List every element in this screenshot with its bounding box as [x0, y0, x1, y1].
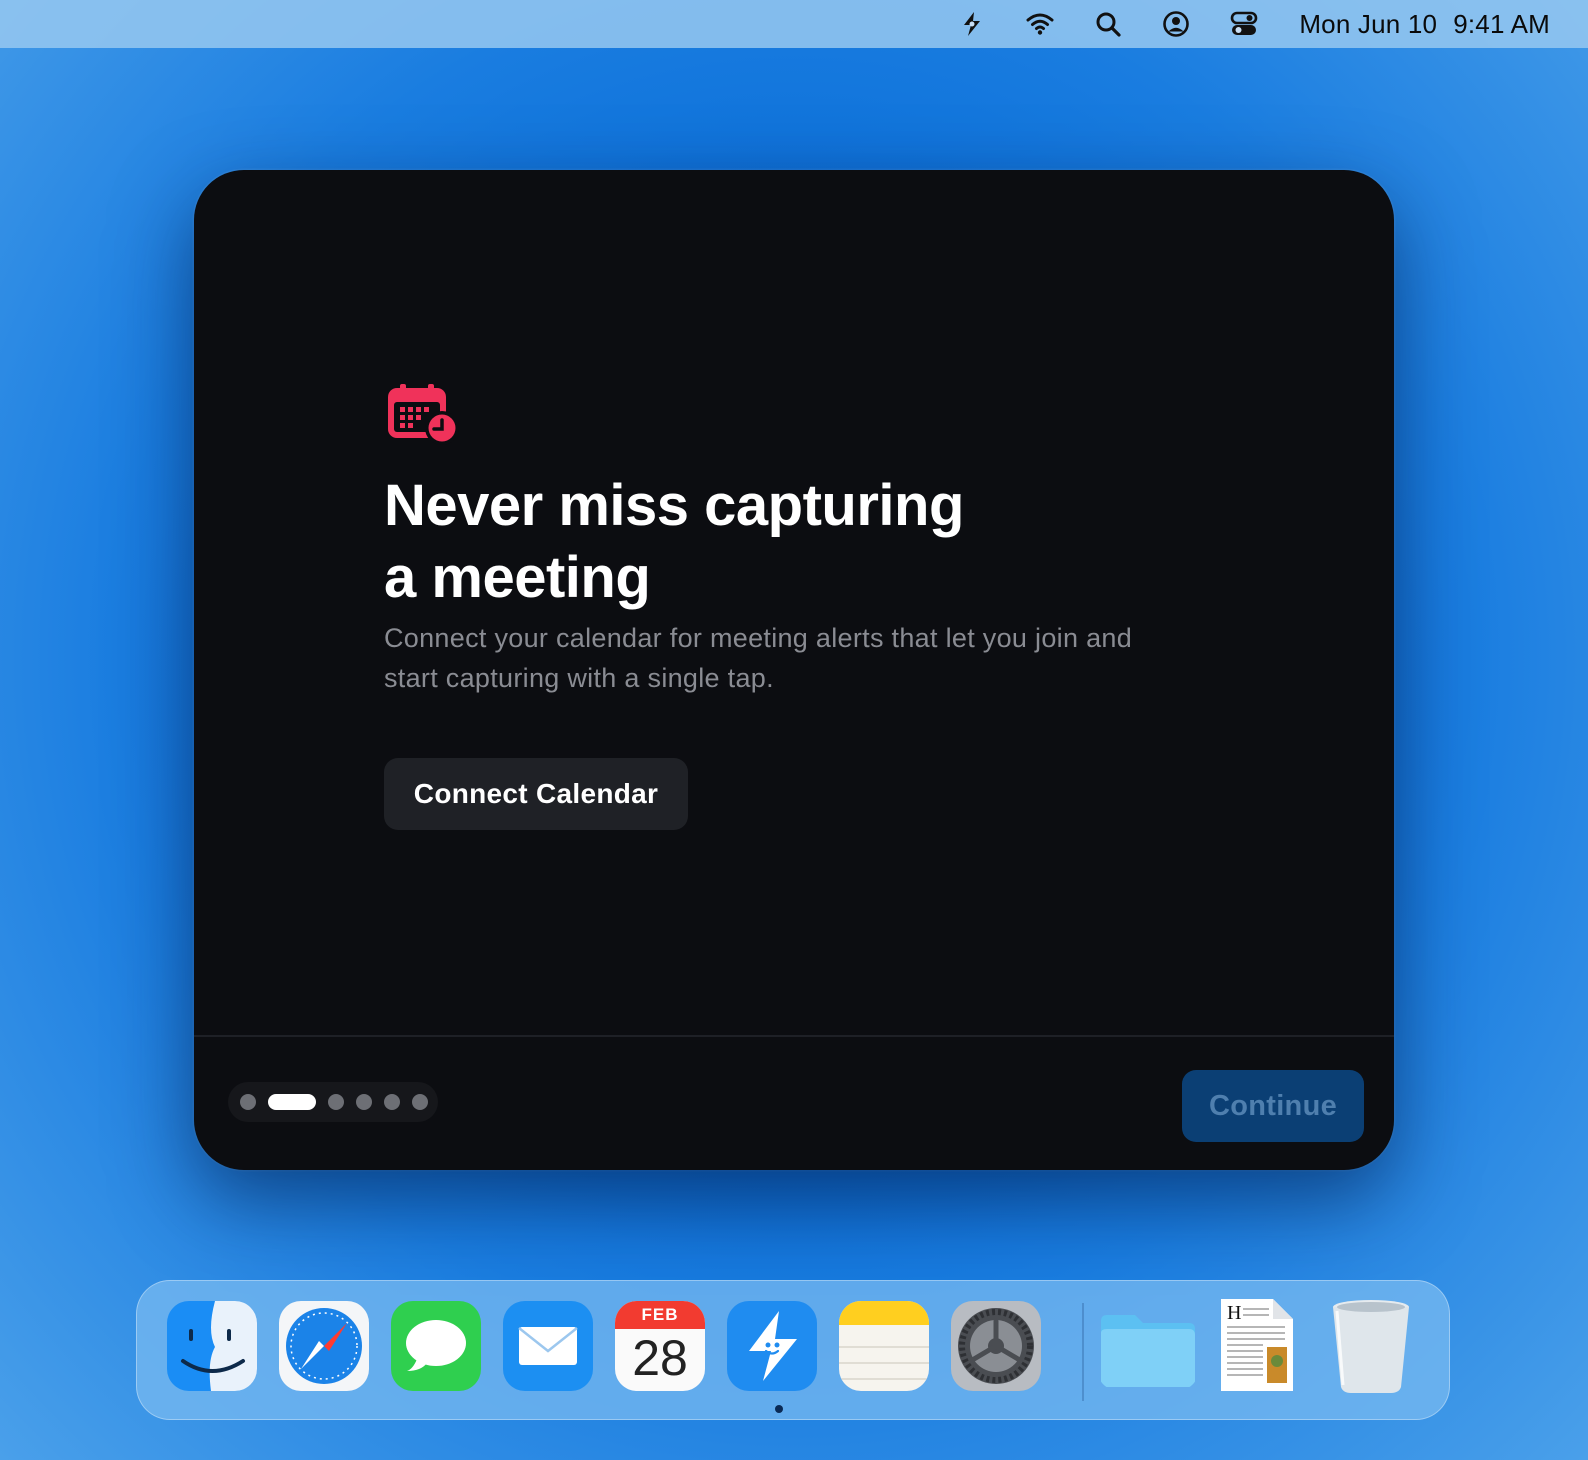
- page-indicator: [228, 1082, 438, 1122]
- folder-icon[interactable]: [1097, 1301, 1199, 1391]
- description-line-1: Connect your calendar for meeting alerts…: [384, 623, 1133, 653]
- calendar-month: FEB: [615, 1301, 705, 1329]
- page-dot-2-current[interactable]: [268, 1094, 316, 1110]
- dock-separator: [1082, 1303, 1084, 1401]
- wifi-icon[interactable]: [1025, 9, 1055, 39]
- onboarding-window: Never miss capturing a meeting Connect y…: [194, 170, 1394, 1170]
- messages-icon[interactable]: [391, 1301, 481, 1391]
- calendar-day: 28: [632, 1330, 688, 1386]
- onboarding-headline: Never miss capturing a meeting: [384, 470, 1084, 614]
- user-account-icon[interactable]: [1161, 9, 1191, 39]
- search-icon[interactable]: [1093, 9, 1123, 39]
- safari-icon[interactable]: [279, 1301, 369, 1391]
- menu-bar-date: Mon Jun 10: [1299, 8, 1438, 39]
- headline-line-2: a meeting: [384, 545, 651, 610]
- page-dot-4[interactable]: [356, 1094, 372, 1110]
- connect-calendar-button[interactable]: Connect Calendar: [384, 758, 688, 830]
- finder-icon[interactable]: [167, 1301, 257, 1391]
- menu-bar-time: 9:41 AM: [1453, 8, 1550, 39]
- onboarding-description: Connect your calendar for meeting alerts…: [384, 618, 1224, 698]
- trash-icon[interactable]: [1323, 1295, 1419, 1395]
- menu-bar-clock[interactable]: Mon Jun 10 9:41 AM: [1299, 9, 1550, 40]
- menu-bar: Mon Jun 10 9:41 AM: [0, 0, 1588, 48]
- continue-button[interactable]: Continue: [1182, 1070, 1364, 1142]
- dock: FEB 28 H: [136, 1280, 1450, 1420]
- description-line-2: start capturing with a single tap.: [384, 663, 774, 693]
- calendar-clock-icon: [386, 382, 462, 448]
- calendar-app-icon[interactable]: FEB 28: [615, 1301, 705, 1391]
- page-dot-1[interactable]: [240, 1094, 256, 1110]
- headline-line-1: Never miss capturing: [384, 473, 964, 538]
- page-dot-5[interactable]: [384, 1094, 400, 1110]
- footer-divider: [194, 1035, 1394, 1037]
- running-indicator-dot: [775, 1405, 783, 1413]
- mail-icon[interactable]: [503, 1301, 593, 1391]
- page-dot-3[interactable]: [328, 1094, 344, 1110]
- document-icon[interactable]: H: [1219, 1297, 1295, 1393]
- bolt-app-icon[interactable]: [727, 1301, 817, 1391]
- control-center-icon[interactable]: [1229, 9, 1259, 39]
- settings-gear-icon[interactable]: [951, 1301, 1041, 1391]
- notes-icon[interactable]: [839, 1301, 929, 1391]
- svg-text:H: H: [1227, 1302, 1241, 1324]
- app-bolt-icon[interactable]: [957, 9, 987, 39]
- page-dot-6[interactable]: [412, 1094, 428, 1110]
